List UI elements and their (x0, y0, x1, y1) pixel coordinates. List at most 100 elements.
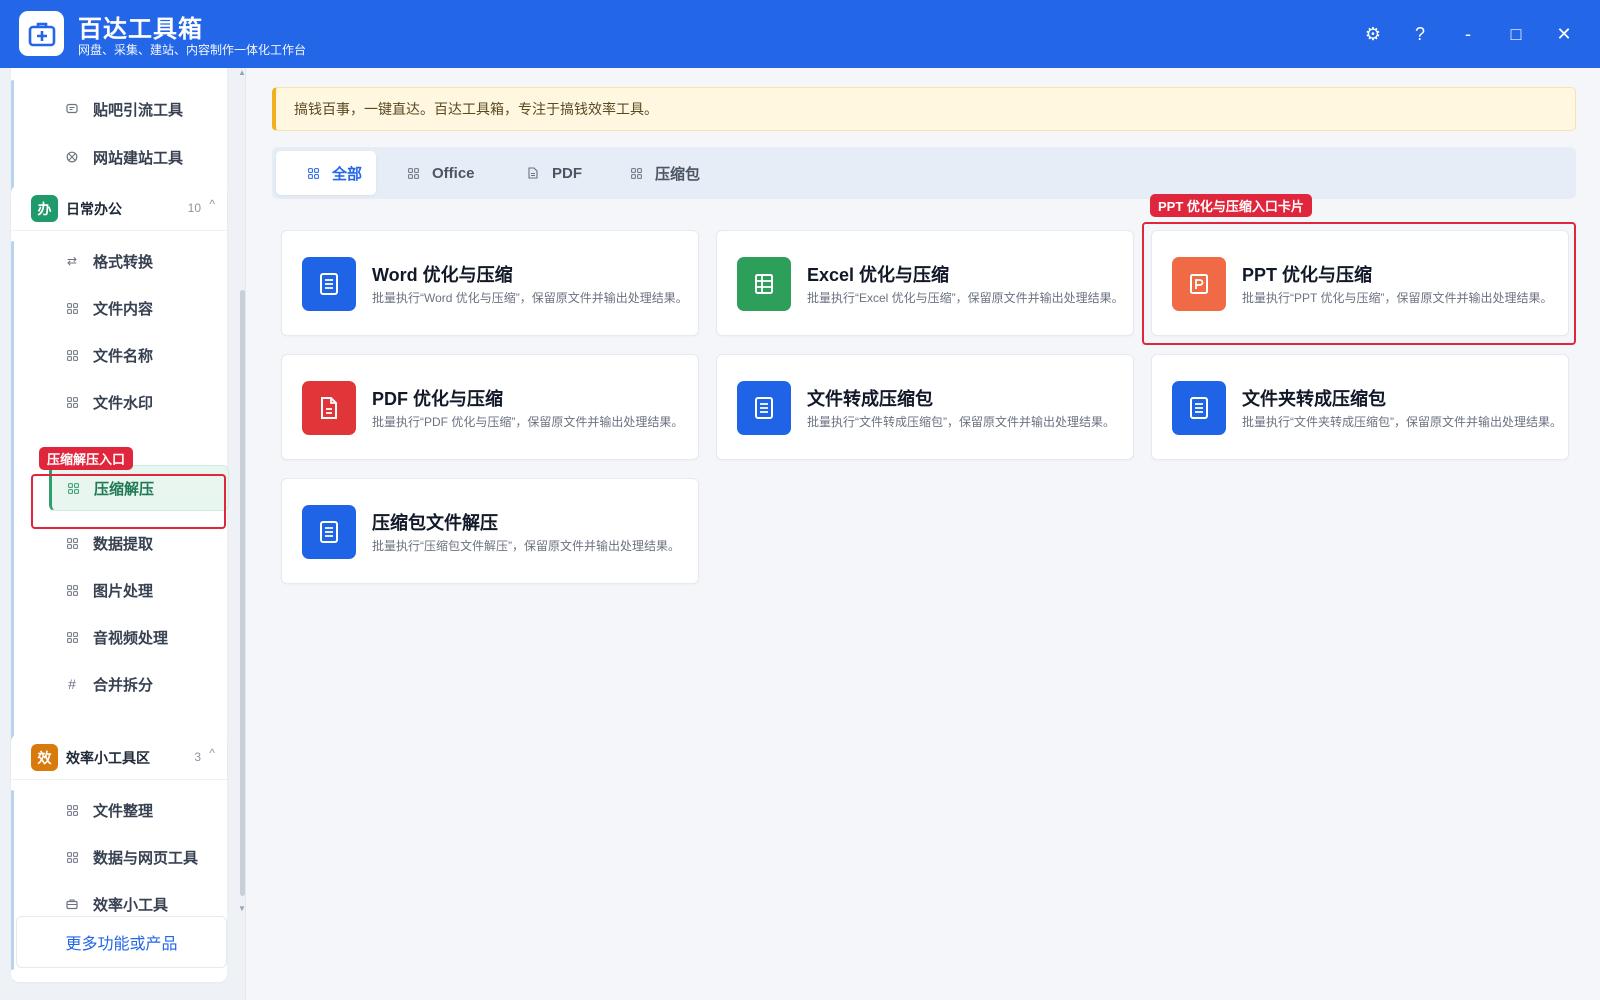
card-title: PDF 优化与压缩 (372, 389, 504, 409)
document-icon (526, 166, 540, 180)
card-title: Word 优化与压缩 (372, 265, 513, 285)
annotation-box-ppt-card (1142, 222, 1576, 345)
sidebar-item-label: 效率小工具 (93, 896, 169, 914)
scroll-up-icon[interactable]: ▲ (238, 68, 245, 77)
sidebar-item-label: 数据与网页工具 (93, 849, 199, 867)
close-button[interactable]: ✕ (1550, 20, 1578, 48)
sidebar: 贴吧引流工具 网站建站工具 办 日常办公 10 ^ ⇄ 格式转换 文件内容 文件… (0, 68, 246, 1000)
app-subtitle: 网盘、采集、建站、内容制作一体化工作台 (78, 43, 307, 57)
grid-icon (65, 348, 79, 362)
sidebar-item-file-organize[interactable]: 文件整理 (35, 788, 225, 832)
annotation-box-compress (31, 474, 226, 529)
annotation-tag-compress: 压缩解压入口 (39, 447, 134, 470)
card-description: 批量执行“Word 优化与压缩”，保留原文件并输出处理结果。 (372, 291, 688, 305)
minimize-icon: - (1465, 23, 1471, 44)
notice-banner: 搞钱百事，一键直达。百达工具箱，专注于搞钱效率工具。 (272, 87, 1576, 131)
maximize-button[interactable]: □ (1502, 20, 1530, 48)
category-tabs: 全部 Office PDF 压缩包 (272, 147, 1576, 199)
card-description: 批量执行“PDF 优化与压缩”，保留原文件并输出处理结果。 (372, 415, 684, 429)
sidebar-item-label: 图片处理 (93, 582, 154, 600)
sidebar-item-image[interactable]: 图片处理 (35, 568, 225, 612)
close-icon: ✕ (1556, 23, 1572, 44)
grid-icon (629, 166, 643, 180)
document-icon (1172, 381, 1226, 435)
tool-card-excel[interactable]: Excel 优化与压缩 批量执行“Excel 优化与压缩”，保留原文件并输出处理… (716, 230, 1134, 336)
sidebar-item-website[interactable]: 网站建站工具 (35, 135, 225, 179)
group-count: 10 (187, 201, 201, 215)
card-title: 压缩包文件解压 (372, 513, 498, 533)
group-accent-line (11, 241, 14, 777)
card-description: 批量执行“文件夹转成压缩包”，保留原文件并输出处理结果。 (1242, 415, 1562, 429)
scroll-down-icon[interactable]: ▼ (238, 904, 245, 913)
globe-icon (65, 150, 79, 164)
tool-card-extract-archive[interactable]: 压缩包文件解压 批量执行“压缩包文件解压”，保留原文件并输出处理结果。 (281, 478, 699, 584)
card-title: 文件转成压缩包 (807, 389, 933, 409)
grid-icon (65, 536, 79, 550)
tool-card-file-to-archive[interactable]: 文件转成压缩包 批量执行“文件转成压缩包”，保留原文件并输出处理结果。 (716, 354, 1134, 460)
sidebar-item-format-convert[interactable]: ⇄ 格式转换 (35, 239, 225, 283)
card-title: Excel 优化与压缩 (807, 265, 950, 285)
toolbox-icon (65, 897, 79, 911)
tab-label: Office (432, 164, 475, 182)
help-button[interactable]: ? (1406, 20, 1434, 48)
sidebar-item-label: 网站建站工具 (93, 149, 184, 167)
sidebar-item-tieba[interactable]: 贴吧引流工具 (35, 87, 225, 131)
pdf-icon (302, 381, 356, 435)
card-title: 文件夹转成压缩包 (1242, 389, 1386, 409)
grid-icon (65, 630, 79, 644)
tab-archive[interactable]: 压缩包 (629, 151, 700, 195)
maximize-icon: □ (1510, 23, 1522, 44)
collapse-caret-icon[interactable]: ^ (209, 197, 215, 211)
tool-card-folder-to-archive[interactable]: 文件夹转成压缩包 批量执行“文件夹转成压缩包”，保留原文件并输出处理结果。 (1151, 354, 1569, 460)
document-icon (302, 257, 356, 311)
sidebar-item-watermark[interactable]: 文件水印 (35, 380, 225, 424)
collapse-caret-icon[interactable]: ^ (209, 746, 215, 760)
tab-label: 全部 (332, 165, 363, 183)
tab-pdf[interactable]: PDF (526, 151, 582, 195)
grid-icon (306, 166, 320, 180)
sidebar-item-media[interactable]: 音视频处理 (35, 615, 225, 659)
question-icon: ? (1414, 23, 1425, 44)
settings-button[interactable]: ⚙ (1359, 20, 1387, 48)
tab-office[interactable]: Office (406, 151, 475, 195)
grid-icon (65, 850, 79, 864)
document-icon (302, 505, 356, 559)
more-products-button[interactable]: 更多功能或产品 (16, 916, 227, 968)
card-description: 批量执行“Excel 优化与压缩”，保留原文件并输出处理结果。 (807, 291, 1124, 305)
grid-icon (65, 583, 79, 597)
sidebar-item-label: 格式转换 (93, 253, 154, 271)
sidebar-item-file-content[interactable]: 文件内容 (35, 286, 225, 330)
sidebar-item-label: 文件内容 (93, 300, 154, 318)
card-description: 批量执行“文件转成压缩包”，保留原文件并输出处理结果。 (807, 415, 1115, 429)
group-header[interactable]: 办 日常办公 10 ^ (11, 185, 227, 231)
swap-icon: ⇄ (66, 254, 78, 268)
title-bar: 百达工具箱 网盘、采集、建站、内容制作一体化工作台 ⚙ ? - □ ✕ (0, 0, 1600, 68)
sidebar-item-label: 文件整理 (93, 802, 154, 820)
sidebar-item-label: 合并拆分 (93, 676, 154, 694)
hash-icon: # (68, 676, 76, 692)
sidebar-item-file-name[interactable]: 文件名称 (35, 333, 225, 377)
card-description: 批量执行“压缩包文件解压”，保留原文件并输出处理结果。 (372, 539, 680, 553)
annotation-tag-ppt-card: PPT 优化与压缩入口卡片 (1150, 194, 1312, 217)
grid-icon (65, 301, 79, 315)
sidebar-item-merge-split[interactable]: # 合并拆分 (35, 662, 225, 706)
group-count: 3 (194, 750, 201, 764)
sidebar-item-data-web[interactable]: 数据与网页工具 (35, 835, 225, 879)
group-header[interactable]: 效 效率小工具区 3 ^ (11, 734, 227, 780)
gear-icon: ⚙ (1364, 23, 1382, 44)
grid-icon (406, 166, 420, 180)
sidebar-item-label: 音视频处理 (93, 629, 169, 647)
tab-label: 压缩包 (655, 165, 701, 183)
sidebar-scroll-thumb[interactable] (240, 290, 245, 896)
spreadsheet-icon (737, 257, 791, 311)
tab-all[interactable]: 全部 (276, 151, 376, 195)
tool-card-word[interactable]: Word 优化与压缩 批量执行“Word 优化与压缩”，保留原文件并输出处理结果… (281, 230, 699, 336)
group-title: 日常办公 (66, 201, 122, 217)
group-accent-line (11, 790, 14, 970)
minimize-button[interactable]: - (1454, 20, 1482, 48)
group-badge: 效 (31, 744, 58, 771)
document-icon (737, 381, 791, 435)
tool-card-pdf[interactable]: PDF 优化与压缩 批量执行“PDF 优化与压缩”，保留原文件并输出处理结果。 (281, 354, 699, 460)
sidebar-item-label: 文件名称 (93, 347, 154, 365)
sidebar-item-label: 数据提取 (93, 535, 154, 553)
